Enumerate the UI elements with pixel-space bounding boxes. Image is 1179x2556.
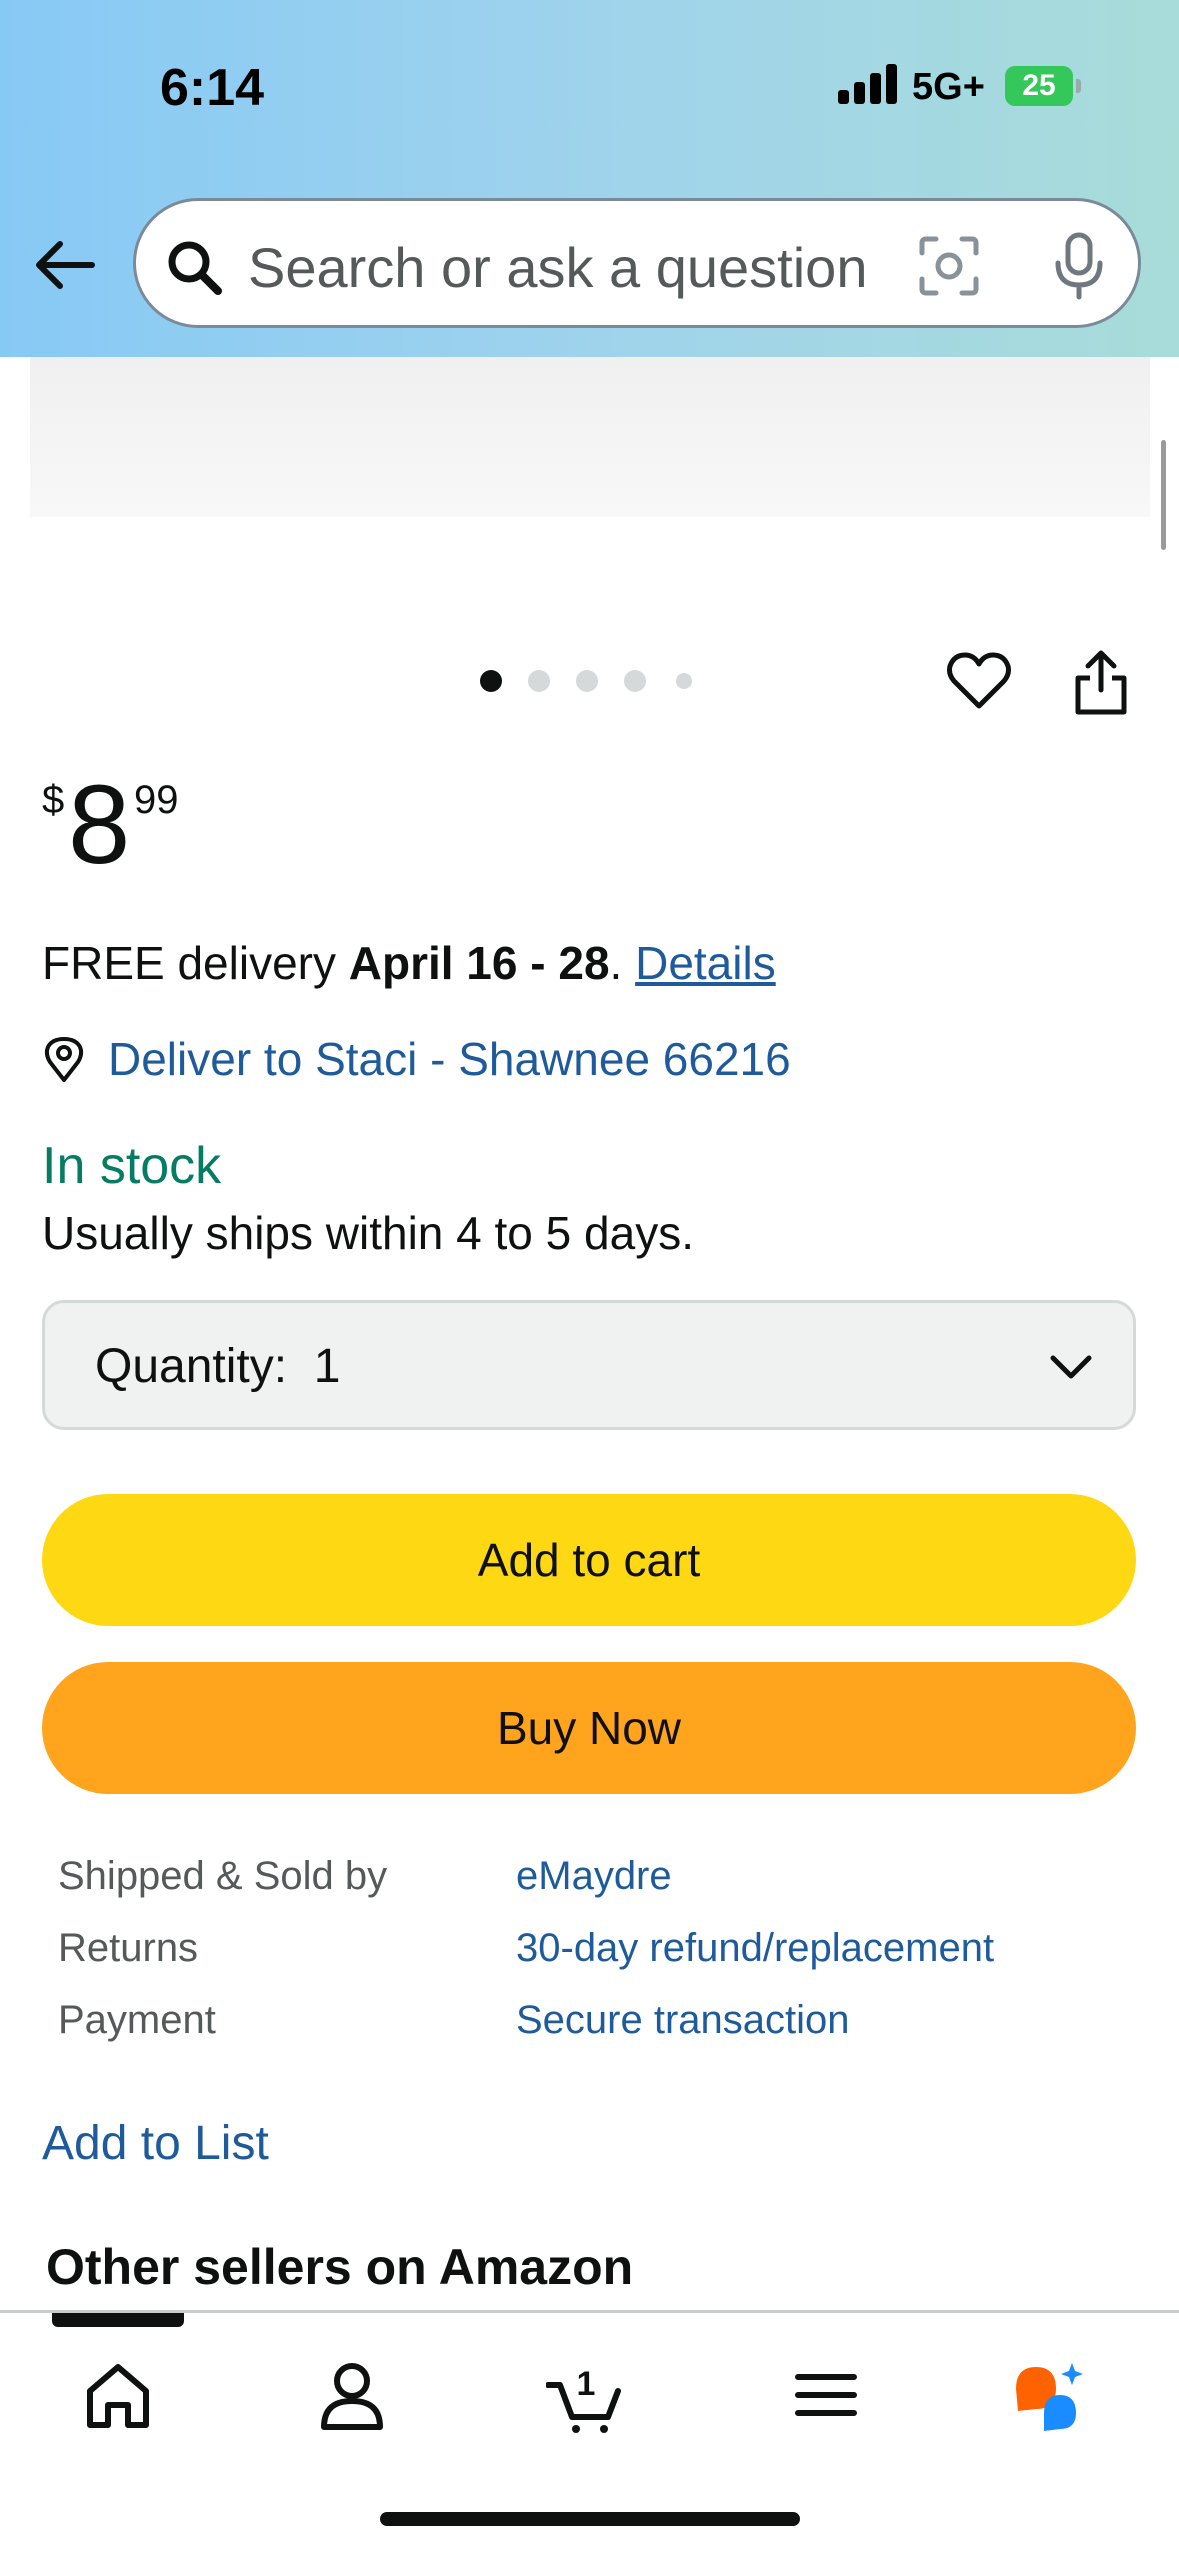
cart-icon[interactable]: 1 (546, 2355, 626, 2435)
delivery-prefix: FREE delivery (42, 937, 349, 989)
price-fraction: 99 (134, 778, 179, 822)
menu-icon[interactable] (786, 2355, 866, 2435)
search-input[interactable]: Search or ask a question (133, 198, 1141, 328)
share-icon[interactable] (1072, 648, 1130, 718)
product-image[interactable] (30, 357, 1150, 517)
delivery-dates: April 16 - 28 (348, 937, 610, 989)
home-icon[interactable] (78, 2355, 158, 2435)
delivery-suffix: . (609, 937, 636, 989)
battery-level: 25 (1022, 69, 1056, 102)
seller-link[interactable]: eMaydre (516, 1854, 672, 1899)
quantity-selector[interactable]: Quantity: 1 (42, 1300, 1136, 1430)
carousel-dot[interactable] (576, 670, 598, 692)
back-arrow-icon[interactable] (30, 230, 100, 300)
account-icon[interactable] (312, 2355, 392, 2435)
carousel-dot[interactable] (528, 670, 550, 692)
section-heading: Other sellers on Amazon (46, 2239, 634, 2295)
payment-security-link[interactable]: Secure transaction (516, 1998, 850, 2043)
returns-policy-link[interactable]: 30-day refund/replacement (516, 1926, 994, 1971)
price-symbol: $ (42, 778, 65, 822)
quantity-value: 1 (313, 1340, 341, 1393)
home-indicator (380, 2512, 800, 2526)
carousel-dot[interactable] (624, 670, 646, 692)
battery-icon: 25 (1005, 66, 1081, 106)
top-header: 6:14 5G+ 25 Search or ask a question (0, 0, 1179, 357)
payment-label: Payment (58, 1998, 216, 2042)
heart-icon[interactable] (946, 650, 1012, 712)
cellular-signal-icon (838, 64, 898, 104)
delivery-details-link[interactable]: Details (635, 937, 776, 989)
search-icon (168, 241, 222, 295)
stock-status: In stock (42, 1137, 222, 1195)
shipping-note: Usually ships within 4 to 5 days. (42, 1207, 694, 1259)
active-tab-indicator (52, 2313, 184, 2327)
chevron-down-icon (1050, 1355, 1092, 1379)
cart-count: 1 (577, 2365, 596, 2403)
microphone-icon[interactable] (1046, 231, 1112, 301)
returns-label: Returns (58, 1926, 199, 1970)
quantity-label: Quantity: (95, 1340, 288, 1393)
shipped-sold-by-label: Shipped & Sold by (58, 1854, 388, 1898)
scrollbar (1161, 440, 1166, 550)
camera-lens-icon[interactable] (916, 233, 982, 299)
price-whole: 8 (68, 762, 131, 887)
add-to-list-link[interactable]: Add to List (42, 2116, 269, 2171)
deliver-to-label: Deliver to Staci - Shawnee 66216 (108, 1033, 791, 1085)
buy-now-button[interactable]: Buy Now (42, 1662, 1136, 1794)
search-placeholder: Search or ask a question (248, 236, 868, 299)
carousel-dot[interactable] (480, 670, 502, 692)
deliver-to-link[interactable]: Deliver to Staci - Shawnee 66216 (42, 1032, 791, 1086)
add-to-cart-button[interactable]: Add to cart (42, 1494, 1136, 1626)
carousel-dot[interactable] (676, 673, 692, 689)
delivery-info: FREE delivery April 16 - 28. Details (42, 936, 776, 990)
rufus-ai-icon[interactable] (1010, 2355, 1090, 2435)
network-type: 5G+ (912, 66, 985, 108)
status-time: 6:14 (160, 59, 265, 117)
